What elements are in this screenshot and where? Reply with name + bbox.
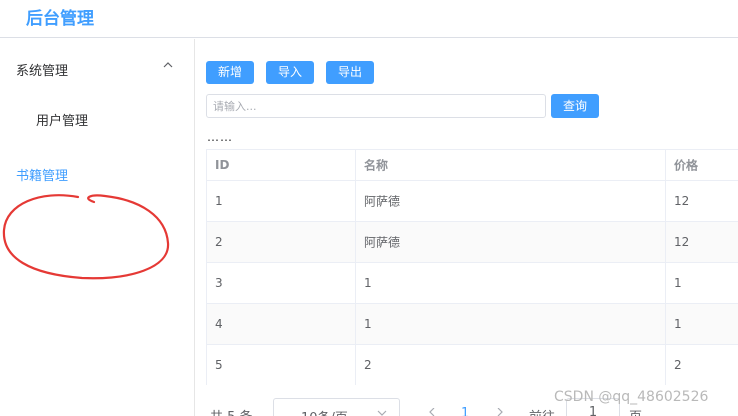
table-cell: 2 [207,222,356,262]
pagination-total: 共 5 条 [210,406,253,416]
sidebar-item-users[interactable]: 用户管理 [0,39,194,129]
table-cell: 1 [674,317,682,331]
red-circle-annotation [2,194,170,280]
watermark: CSDN @qq_48602526 [554,389,709,405]
table-cell: 1 [674,276,682,290]
sidebar-item-books[interactable]: 书籍管理 [0,159,194,189]
current-page-number[interactable]: 1 [461,406,469,416]
table-row[interactable]: 4 1 1 [207,304,738,345]
table-cell: 1 [207,181,356,221]
table-header-row: ID 名称 价格 [207,150,738,181]
sidebar-item-label: 书籍管理 [16,169,69,184]
search-button[interactable]: 查询 [551,94,599,118]
page-size-value: 10条/页 [301,407,348,416]
add-button[interactable]: 新增 [206,61,254,84]
table-cell: 阿萨德 [356,222,666,262]
table-cell: 2 [674,358,682,372]
app-title: 后台管理 [26,9,94,29]
column-header-price[interactable]: 价格 [666,150,738,180]
ellipsis-text: …… [207,130,233,144]
table-row[interactable]: 3 1 1 [207,263,738,304]
page-size-select[interactable]: 10条/页 [273,398,400,416]
sidebar: 系统管理 用户管理 书籍管理 [0,39,195,416]
table-row[interactable]: 1 阿萨德 12 [207,181,738,222]
app-header: 后台管理 [0,0,738,38]
table-cell: 1 [356,304,666,344]
column-header-name[interactable]: 名称 [356,150,666,180]
data-table: ID 名称 价格 1 阿萨德 12 2 阿萨德 12 3 1 1 4 1 1 5… [206,149,738,385]
goto-label: 前往 [529,406,555,416]
sidebar-item-label: 用户管理 [36,114,89,129]
search-input[interactable] [206,94,546,118]
table-row[interactable]: 5 2 2 [207,345,738,385]
table-cell: 12 [674,235,690,249]
table-cell: 3 [207,263,356,303]
chevron-down-icon [377,410,387,416]
table-cell: 阿萨德 [356,181,666,221]
export-button[interactable]: 导出 [326,61,374,84]
table-cell: 2 [356,345,666,385]
table-cell: 4 [207,304,356,344]
table-cell: 12 [674,194,690,208]
table-cell: 5 [207,345,356,385]
table-cell: 1 [356,263,666,303]
column-header-id[interactable]: ID [207,150,356,180]
next-page-icon[interactable] [496,408,504,416]
page-word-label: 页 [629,406,642,416]
prev-page-icon[interactable] [428,408,436,416]
table-row[interactable]: 2 阿萨德 12 [207,222,738,263]
import-button[interactable]: 导入 [266,61,314,84]
